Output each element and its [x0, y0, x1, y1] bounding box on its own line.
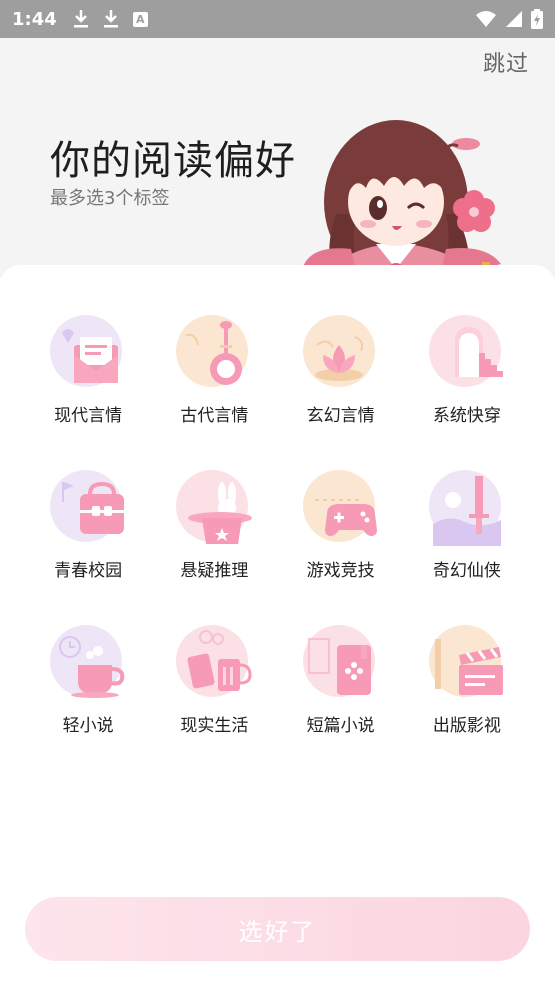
genre-label: 悬疑推理	[180, 561, 249, 581]
genre-grid: 现代言情 古代言情 玄幻言情 系统快穿 青春校园 悬疑推理 游戏竞技 奇幻仙侠 …	[25, 315, 530, 736]
confirm-button[interactable]: 选好了	[25, 897, 530, 961]
pipa-instrument-icon	[176, 315, 249, 387]
page-subtitle: 最多选3个标签	[50, 188, 170, 209]
genre-label: 玄幻言情	[306, 406, 375, 426]
genre-system-transmigration[interactable]: 系统快穿	[404, 315, 530, 426]
genre-label: 青春校园	[54, 561, 123, 581]
skip-button[interactable]: 跳过	[483, 46, 529, 78]
magic-hat-rabbit-icon	[176, 470, 253, 544]
genre-short-story[interactable]: 短篇小说	[278, 625, 404, 736]
download-icon	[73, 10, 88, 28]
genre-youth-campus[interactable]: 青春校园	[25, 470, 151, 581]
school-bag-icon	[50, 470, 125, 542]
genre-label: 奇幻仙侠	[432, 561, 501, 581]
clapperboard-icon	[428, 625, 503, 697]
notification-icons: A	[73, 9, 148, 29]
tea-cup-icon	[50, 625, 125, 698]
genre-suspense-mystery[interactable]: 悬疑推理	[151, 470, 277, 581]
genre-game-competition[interactable]: 游戏竞技	[278, 470, 404, 581]
genre-label: 游戏竞技	[306, 561, 375, 581]
gamepad-icon	[302, 470, 377, 542]
genre-modern-romance[interactable]: 现代言情	[25, 315, 151, 426]
system-icons	[475, 9, 543, 29]
download-icon	[103, 10, 118, 28]
preference-header: 跳过 你的阅读偏好 最多选3个标签	[0, 38, 555, 302]
signal-icon	[506, 11, 522, 27]
genre-label: 出版影视	[432, 716, 501, 736]
genre-card: 现代言情 古代言情 玄幻言情 系统快穿 青春校园 悬疑推理 游戏竞技 奇幻仙侠 …	[0, 265, 555, 985]
battery-icon	[531, 9, 543, 29]
genre-label: 轻小说	[62, 716, 114, 736]
genre-real-life[interactable]: 现实生活	[151, 625, 277, 736]
genre-label: 现实生活	[180, 716, 249, 736]
genre-label: 古代言情	[180, 406, 249, 426]
wifi-icon	[476, 11, 496, 27]
status-time: 1:44	[12, 8, 57, 30]
genre-fantasy-romance[interactable]: 玄幻言情	[278, 315, 404, 426]
beer-mugs-icon	[176, 625, 252, 697]
genre-publishing-film[interactable]: 出版影视	[404, 625, 530, 736]
genre-label: 短篇小说	[306, 716, 375, 736]
genre-ancient-romance[interactable]: 古代言情	[151, 315, 277, 426]
book-icon	[302, 625, 375, 697]
sword-icon	[428, 470, 501, 546]
page-title: 你的阅读偏好	[50, 138, 296, 184]
text-a-icon: A	[132, 11, 148, 27]
status-bar: 1:44 A	[0, 0, 555, 38]
portal-door-icon	[428, 315, 503, 387]
genre-label: 系统快穿	[432, 406, 501, 426]
lotus-icon	[302, 315, 375, 387]
genre-light-novel[interactable]: 轻小说	[25, 625, 151, 736]
genre-label: 现代言情	[54, 406, 123, 426]
envelope-heart-icon	[50, 315, 123, 387]
genre-fantasy-xianxia[interactable]: 奇幻仙侠	[404, 470, 530, 581]
